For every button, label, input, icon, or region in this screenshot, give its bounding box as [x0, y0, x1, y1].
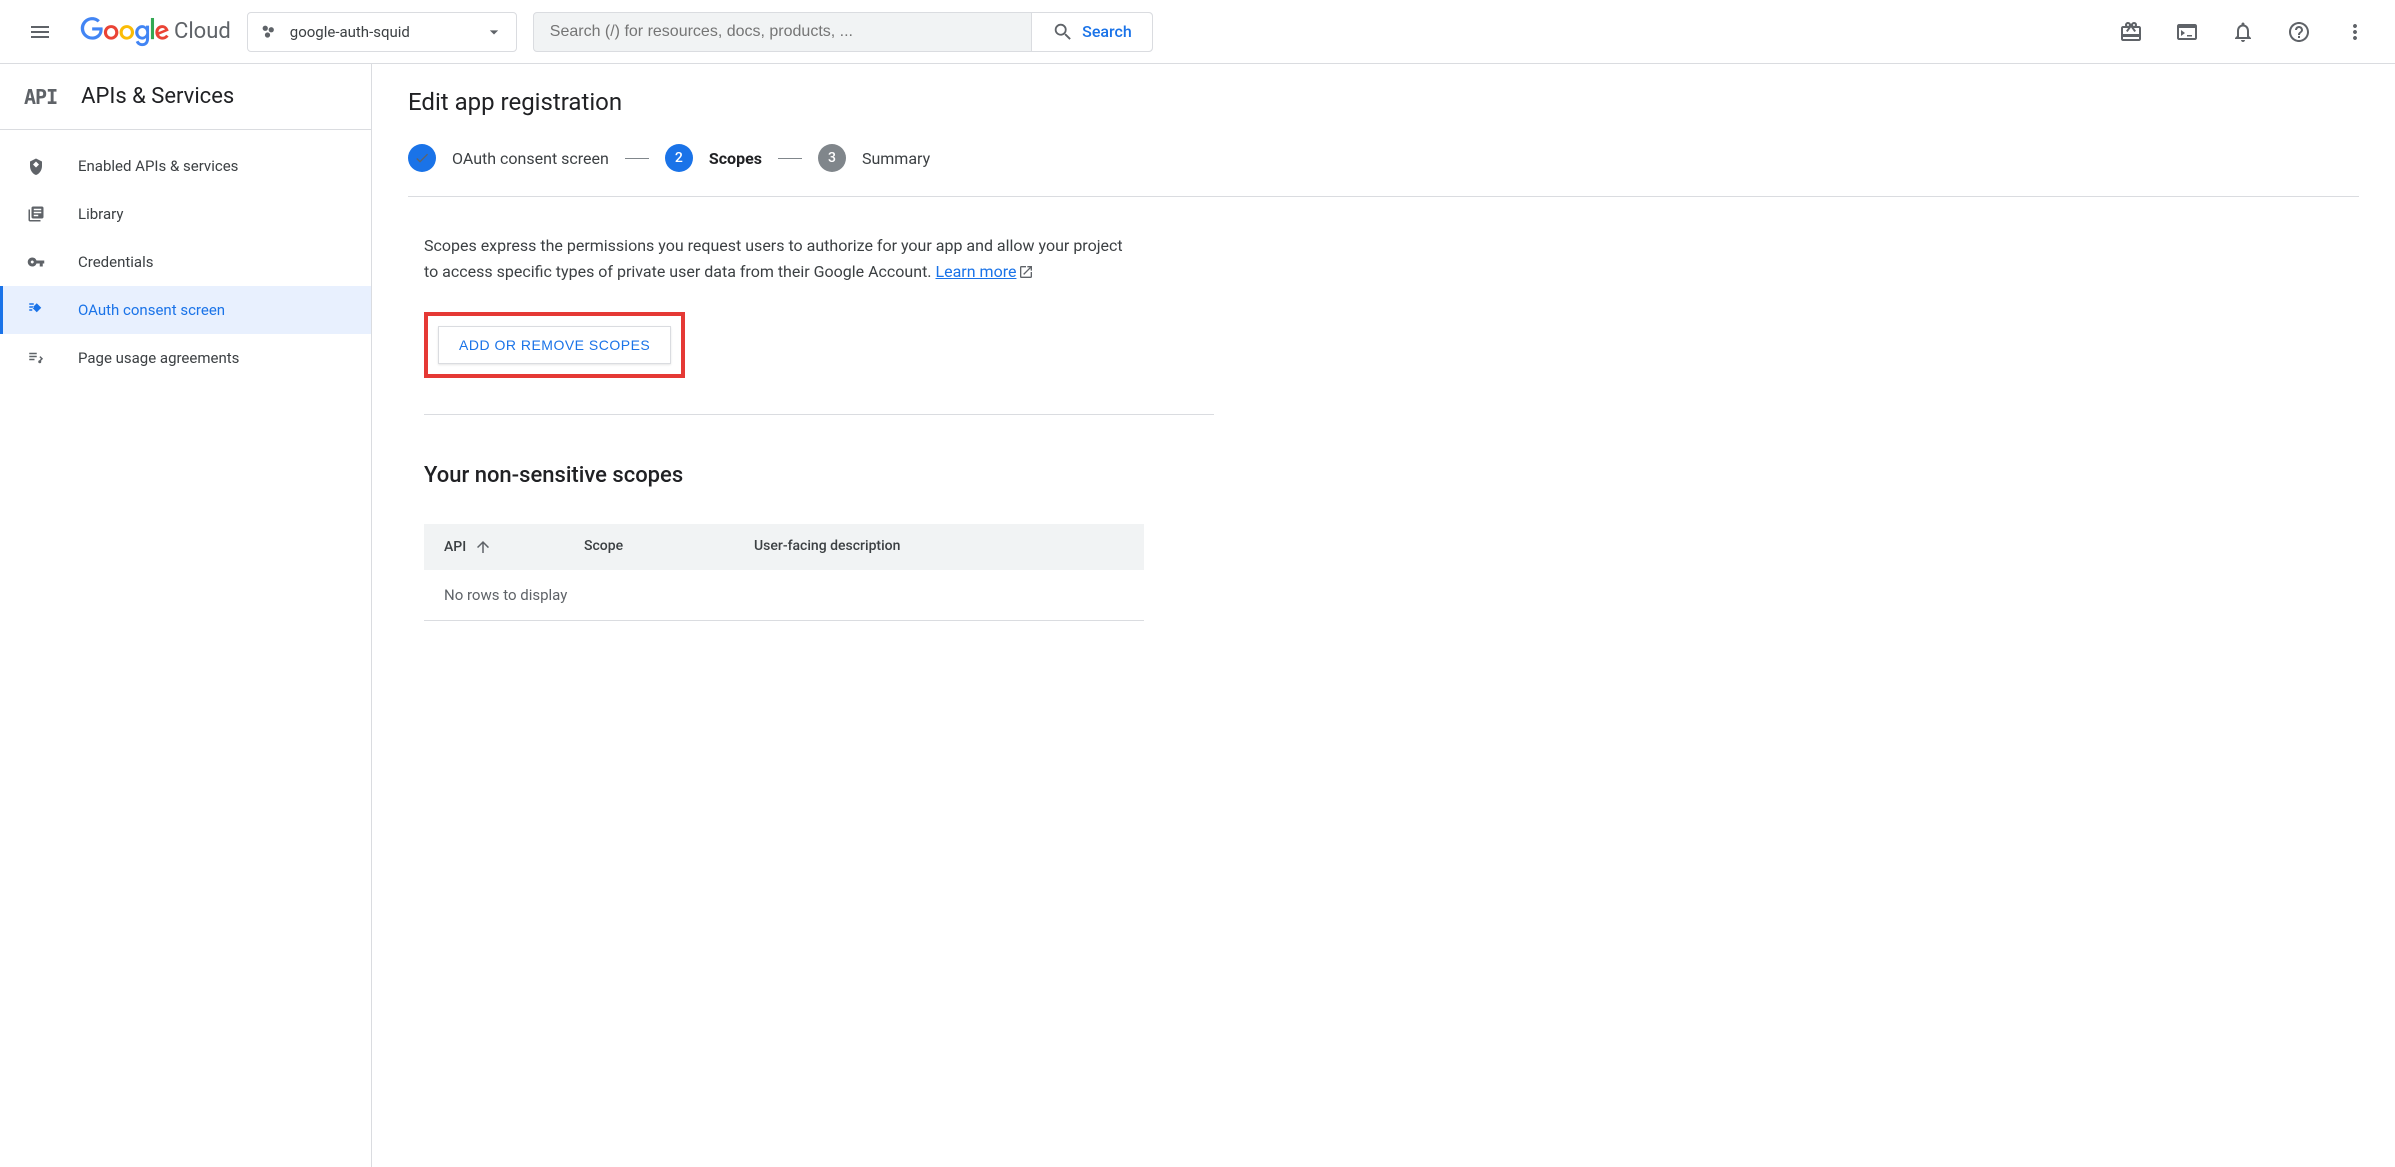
chevron-down-icon — [484, 22, 504, 42]
help-icon — [2287, 20, 2311, 44]
step-label: Scopes — [709, 149, 762, 168]
highlight-box: ADD OR REMOVE SCOPES — [424, 312, 685, 378]
divider — [408, 196, 2359, 197]
free-trial-button[interactable] — [2107, 8, 2155, 56]
hamburger-menu-button[interactable] — [16, 8, 64, 56]
step-summary[interactable]: 3 Summary — [818, 144, 930, 172]
step-scopes[interactable]: 2 Scopes — [665, 144, 762, 172]
scopes-description: Scopes express the permissions you reque… — [424, 233, 1124, 284]
column-header-api[interactable]: API — [444, 538, 584, 556]
enabled-apis-icon — [26, 157, 46, 175]
sidebar-item-enabled-apis[interactable]: Enabled APIs & services — [0, 142, 371, 190]
non-sensitive-scopes-title: Your non-sensitive scopes — [424, 463, 2359, 488]
help-button[interactable] — [2275, 8, 2323, 56]
sidebar-item-oauth-consent[interactable]: OAuth consent screen — [0, 286, 371, 334]
gift-icon — [2119, 20, 2143, 44]
terminal-icon — [2175, 20, 2199, 44]
cloud-shell-button[interactable] — [2163, 8, 2211, 56]
project-icon — [260, 23, 278, 41]
sidebar-item-label: Credentials — [78, 253, 153, 271]
sidebar-title: APIs & Services — [81, 84, 234, 109]
sidebar-item-credentials[interactable]: Credentials — [0, 238, 371, 286]
sidebar-item-label: Enabled APIs & services — [78, 157, 238, 175]
sidebar-item-page-usage[interactable]: Page usage agreements — [0, 334, 371, 382]
column-header-scope[interactable]: Scope — [584, 538, 754, 556]
library-icon — [26, 205, 46, 223]
notifications-button[interactable] — [2219, 8, 2267, 56]
sidebar-item-label: Page usage agreements — [78, 349, 239, 367]
sidebar-item-library[interactable]: Library — [0, 190, 371, 238]
external-link-icon — [1018, 264, 1034, 280]
stepper: OAuth consent screen 2 Scopes 3 Summary — [408, 144, 2359, 172]
add-remove-scopes-button[interactable]: ADD OR REMOVE SCOPES — [438, 326, 671, 364]
more-vert-icon — [2343, 20, 2367, 44]
step-number: 3 — [818, 144, 846, 172]
sidebar-item-label: Library — [78, 205, 123, 223]
page-usage-icon — [26, 349, 46, 367]
search-input[interactable] — [534, 23, 1031, 41]
sidebar-item-label: OAuth consent screen — [78, 301, 225, 319]
learn-more-link[interactable]: Learn more — [936, 262, 1035, 281]
step-label: OAuth consent screen — [452, 149, 609, 168]
platform-name: Cloud — [174, 19, 231, 44]
step-number: 2 — [665, 144, 693, 172]
check-icon — [408, 144, 436, 172]
api-badge-icon: API — [24, 85, 57, 109]
sort-asc-icon — [474, 538, 492, 556]
scopes-table: API Scope User-facing description No row… — [424, 524, 1144, 621]
step-oauth-consent[interactable]: OAuth consent screen — [408, 144, 609, 172]
main-content: Edit app registration OAuth consent scre… — [372, 64, 2395, 1167]
column-header-description[interactable]: User-facing description — [754, 538, 1124, 556]
menu-icon — [28, 20, 52, 44]
table-header: API Scope User-facing description — [424, 524, 1144, 570]
search-button-label: Search — [1082, 22, 1132, 41]
credentials-icon — [26, 253, 46, 271]
table-empty-state: No rows to display — [424, 570, 1144, 621]
bell-icon — [2231, 20, 2255, 44]
google-cloud-logo[interactable]: Cloud — [80, 17, 231, 47]
project-name-label: google-auth-squid — [290, 23, 472, 41]
oauth-consent-icon — [26, 301, 46, 319]
step-label: Summary — [862, 149, 930, 168]
search-box: Search — [533, 12, 1153, 52]
page-title: Edit app registration — [408, 88, 2359, 116]
sidebar-header: API APIs & Services — [0, 64, 371, 130]
search-button[interactable]: Search — [1031, 13, 1152, 51]
step-connector — [625, 158, 649, 159]
google-logo-icon — [80, 17, 170, 47]
section-divider — [424, 414, 1214, 415]
step-connector — [778, 158, 802, 159]
header: Cloud google-auth-squid Search — [0, 0, 2395, 64]
sidebar: API APIs & Services Enabled APIs & servi… — [0, 64, 372, 1167]
more-options-button[interactable] — [2331, 8, 2379, 56]
search-icon — [1052, 21, 1074, 43]
project-picker[interactable]: google-auth-squid — [247, 12, 517, 52]
